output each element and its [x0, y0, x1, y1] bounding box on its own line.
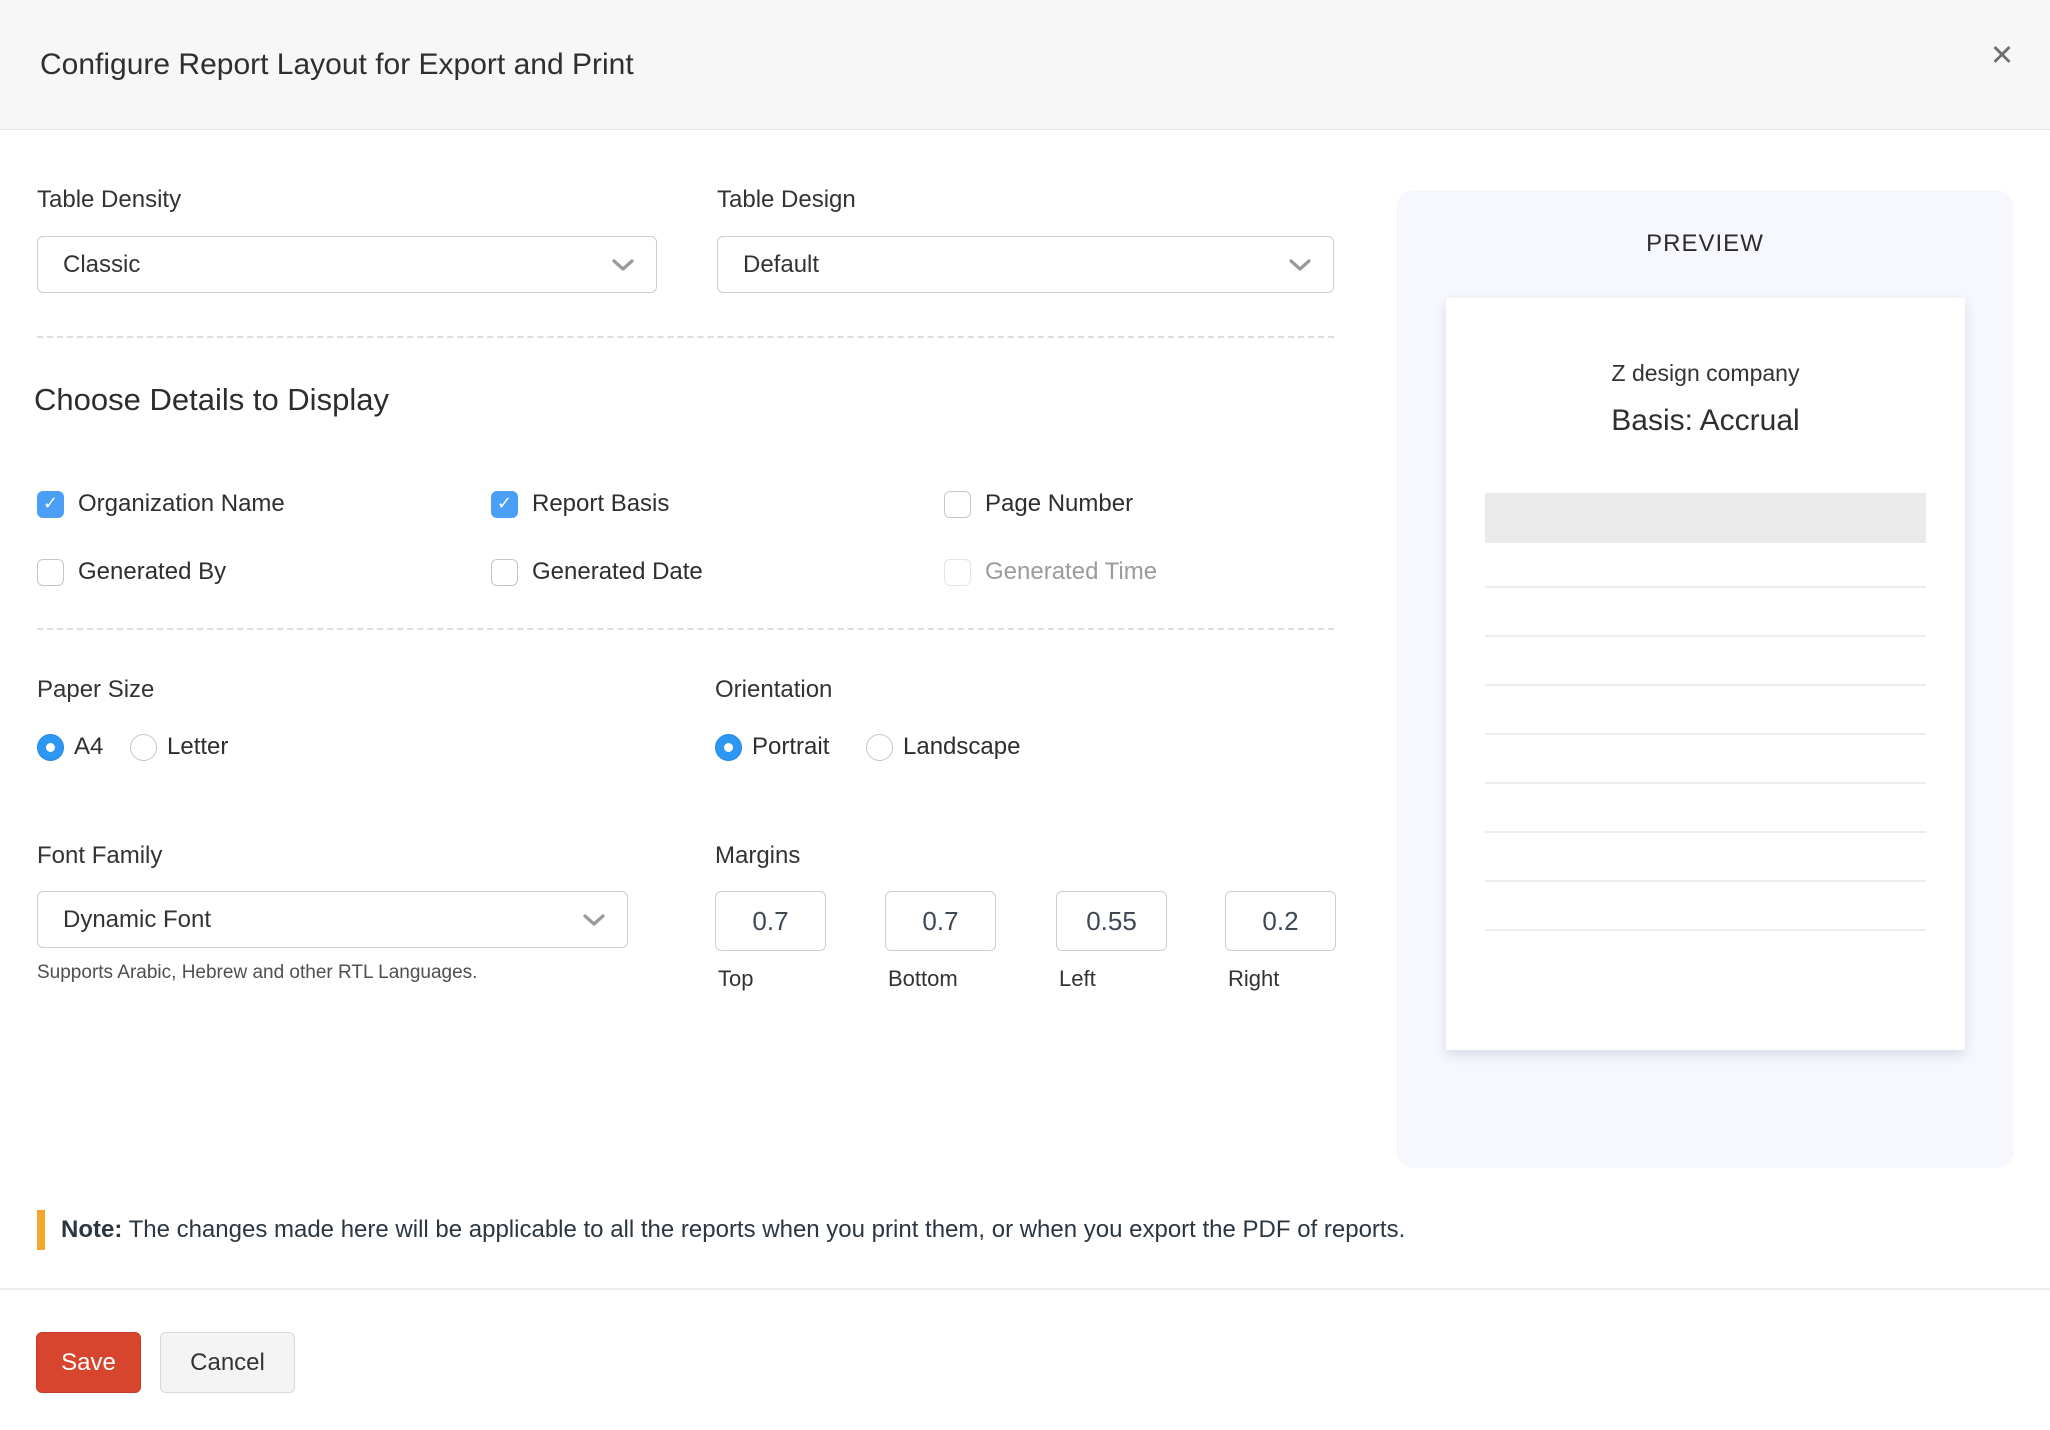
dialog-title: Configure Report Layout for Export and P… [40, 48, 634, 82]
checkbox-generated-date[interactable]: ✓ Generated Date [491, 556, 703, 588]
radio-orientation-portrait[interactable]: Portrait [715, 731, 829, 763]
table-design-value: Default [743, 251, 1289, 279]
checkbox-report-basis[interactable]: ✓ Report Basis [491, 488, 669, 520]
checkbox-label: Report Basis [532, 490, 669, 518]
table-density-select[interactable]: Classic [37, 236, 657, 293]
radio-dot [139, 743, 148, 752]
note-body: The changes made here will be applicable… [129, 1216, 1406, 1243]
checkbox-box: ✓ [491, 559, 518, 586]
preview-line [1485, 880, 1926, 882]
margin-left-label: Left [1059, 966, 1096, 992]
preview-line [1485, 684, 1926, 686]
margins-label: Margins [715, 842, 800, 870]
configure-report-layout-dialog: Configure Report Layout for Export and P… [0, 0, 2050, 1430]
table-design-select[interactable]: Default [717, 236, 1334, 293]
radio-label: Letter [167, 733, 228, 761]
radio-circle [130, 734, 157, 761]
preview-paper: Z design company Basis: Accrual [1446, 298, 1965, 1050]
chevron-down-icon [612, 251, 634, 279]
preview-line [1485, 635, 1926, 637]
footer-divider [0, 1288, 2050, 1290]
margin-top-label: Top [718, 966, 753, 992]
preview-panel: PREVIEW Z design company Basis: Accrual [1396, 190, 2014, 1168]
margin-left-input[interactable] [1056, 891, 1167, 951]
table-design-label: Table Design [717, 186, 856, 214]
preview-line [1485, 831, 1926, 833]
checkbox-box: ✓ [491, 491, 518, 518]
radio-dot [46, 743, 55, 752]
preview-company-name: Z design company [1446, 360, 1965, 387]
radio-label: Landscape [903, 733, 1020, 761]
radio-paper-letter[interactable]: Letter [130, 731, 228, 763]
font-family-helper-text: Supports Arabic, Hebrew and other RTL La… [37, 962, 477, 984]
orientation-label: Orientation [715, 676, 832, 704]
close-icon[interactable]: ✕ [1980, 34, 2024, 78]
radio-label: A4 [74, 733, 103, 761]
preview-line [1485, 929, 1926, 931]
checkbox-generated-by[interactable]: ✓ Generated By [37, 556, 226, 588]
margin-bottom-input[interactable] [885, 891, 996, 951]
chevron-down-icon [1289, 251, 1311, 279]
radio-circle [715, 734, 742, 761]
preview-heading: PREVIEW [1396, 230, 2014, 258]
save-button[interactable]: Save [36, 1332, 141, 1393]
radio-paper-a4[interactable]: A4 [37, 731, 103, 763]
preview-line [1485, 733, 1926, 735]
section-divider [37, 628, 1334, 630]
checkbox-box: ✓ [37, 559, 64, 586]
checkbox-organization-name[interactable]: ✓ Organization Name [37, 488, 285, 520]
table-density-value: Classic [63, 251, 612, 279]
preview-line [1485, 586, 1926, 588]
table-density-label: Table Density [37, 186, 181, 214]
margin-right-input[interactable] [1225, 891, 1336, 951]
font-family-select[interactable]: Dynamic Font [37, 891, 628, 948]
section-divider [37, 336, 1334, 338]
margin-right-label: Right [1228, 966, 1279, 992]
radio-label: Portrait [752, 733, 829, 761]
checkbox-box: ✓ [944, 491, 971, 518]
radio-circle [866, 734, 893, 761]
preview-basis: Basis: Accrual [1446, 404, 1965, 438]
radio-dot [875, 743, 884, 752]
font-family-label: Font Family [37, 842, 162, 870]
checkbox-label: Page Number [985, 490, 1133, 518]
chevron-down-icon [583, 906, 605, 934]
margin-top-input[interactable] [715, 891, 826, 951]
choose-details-heading: Choose Details to Display [34, 382, 389, 418]
checkbox-label: Generated Date [532, 558, 703, 586]
checkbox-label: Generated Time [985, 558, 1157, 586]
font-family-value: Dynamic Font [63, 906, 583, 934]
checkbox-label: Organization Name [78, 490, 285, 518]
margin-bottom-label: Bottom [888, 966, 958, 992]
note-text: Note: The changes made here will be appl… [61, 1210, 1405, 1250]
checkbox-box: ✓ [944, 559, 971, 586]
checkbox-page-number[interactable]: ✓ Page Number [944, 488, 1133, 520]
paper-size-label: Paper Size [37, 676, 154, 704]
check-icon: ✓ [43, 494, 58, 512]
radio-dot [724, 743, 733, 752]
checkbox-generated-time: ✓ Generated Time [944, 556, 1157, 588]
note-accent-bar [37, 1210, 45, 1250]
cancel-button[interactable]: Cancel [160, 1332, 295, 1393]
dialog-header: Configure Report Layout for Export and P… [0, 0, 2050, 130]
checkbox-box: ✓ [37, 491, 64, 518]
preview-line [1485, 782, 1926, 784]
check-icon: ✓ [497, 494, 512, 512]
radio-circle [37, 734, 64, 761]
checkbox-label: Generated By [78, 558, 226, 586]
note: Note: The changes made here will be appl… [37, 1210, 2010, 1250]
preview-table-header-bar [1485, 493, 1926, 543]
radio-orientation-landscape[interactable]: Landscape [866, 731, 1020, 763]
note-prefix: Note: [61, 1216, 122, 1243]
